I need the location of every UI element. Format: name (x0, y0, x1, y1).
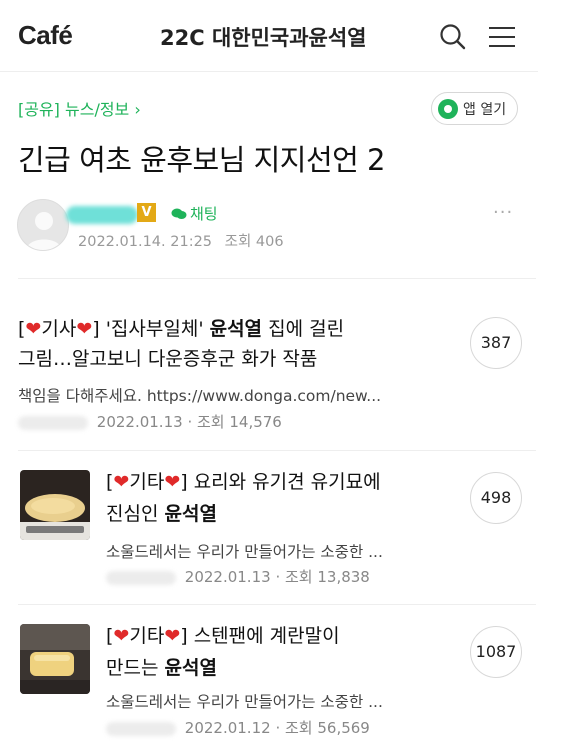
source-redacted (106, 570, 176, 585)
chat-button[interactable]: 채팅 (171, 203, 218, 224)
top-bar: Café 22C 대한민국과윤석열 (0, 0, 538, 72)
linked-article-2[interactable]: [❤기타❤] 요리와 유기견 유기묘에 진심인 윤석열 소울드레서는 우리가 만… (0, 452, 538, 602)
divider (18, 278, 536, 279)
more-options-icon[interactable]: ··· (493, 202, 513, 223)
post-date: 2022.01.14. 21:25 (78, 234, 213, 250)
heart-icon: ❤ (113, 471, 130, 493)
post-views: 조회 406 (224, 234, 284, 250)
chat-label: 채팅 (190, 205, 218, 223)
article-title-line2: 진심인 윤석열 (106, 503, 217, 525)
heart-icon: ❤ (76, 318, 93, 340)
comment-count[interactable]: 498 (470, 472, 522, 524)
cafe-logo[interactable]: Café (18, 20, 73, 51)
heart-icon: ❤ (113, 625, 130, 647)
post-meta: 2022.01.14. 21:25 조회 406 (78, 230, 284, 251)
article-meta: 2022.01.13 · 조회 14,576 (18, 411, 282, 432)
author-name-redacted[interactable] (66, 206, 138, 224)
linked-article-1[interactable]: [❤기사❤] '집사부일체' 윤석열 집에 걸린 그림…알고보니 다운증후군 화… (0, 300, 538, 450)
heart-icon: ❤ (164, 471, 181, 493)
cafe-app-icon (438, 98, 458, 119)
article-meta: 2022.01.13 · 조회 13,838 (106, 566, 370, 587)
article-title-line1: [❤기사❤] '집사부일체' 윤석열 집에 걸린 (18, 318, 345, 340)
article-title-line1: [❤기타❤] 요리와 유기견 유기묘에 (106, 471, 381, 493)
article-meta: 2022.01.12 · 조회 56,569 (106, 717, 370, 738)
source-redacted (18, 415, 88, 430)
author-level-badge: V (137, 203, 156, 222)
post-title: 긴급 여초 윤후보님 지지선언 2 (18, 143, 385, 177)
cafe-name[interactable]: 22C 대한민국과윤석열 (160, 22, 367, 52)
open-app-button[interactable]: 앱 열기 (431, 92, 518, 125)
heart-icon: ❤ (25, 318, 42, 340)
search-icon[interactable] (438, 22, 468, 52)
heart-icon: ❤ (164, 625, 181, 647)
article-title-line2: 만드는 윤석열 (106, 657, 217, 679)
article-thumbnail (20, 624, 90, 694)
article-title-line2: 그림…알고보니 다운증후군 화가 작품 (18, 348, 318, 370)
divider (18, 604, 536, 605)
comment-count[interactable]: 387 (470, 317, 522, 369)
article-snippet: 책임을 다해주세요. https://www.donga.com/new... (18, 387, 382, 405)
comment-count[interactable]: 1087 (470, 626, 522, 678)
article-snippet: 소울드레서는 우리가 만들어가는 소중한 ... (106, 693, 383, 711)
article-title-line1: [❤기타❤] 스텐팬에 계란말이 (106, 625, 340, 647)
divider (18, 450, 536, 451)
author-avatar[interactable] (17, 199, 69, 251)
source-redacted (106, 721, 176, 736)
board-breadcrumb[interactable]: [공유] 뉴스/정보 › (18, 96, 141, 120)
chat-bubble-icon (171, 208, 187, 219)
linked-article-3[interactable]: [❤기타❤] 스텐팬에 계란말이 만드는 윤석열 소울드레서는 우리가 만들어가… (0, 606, 538, 741)
hamburger-menu-icon[interactable] (487, 22, 517, 52)
article-thumbnail (20, 470, 90, 540)
cafe-mobile-page: Café 22C 대한민국과윤석열 [공유] 뉴스/정보 › 앱 열기 긴급 여… (0, 0, 538, 741)
article-snippet: 소울드레서는 우리가 만들어가는 소중한 ... (106, 543, 383, 561)
open-app-label: 앱 열기 (463, 101, 507, 118)
